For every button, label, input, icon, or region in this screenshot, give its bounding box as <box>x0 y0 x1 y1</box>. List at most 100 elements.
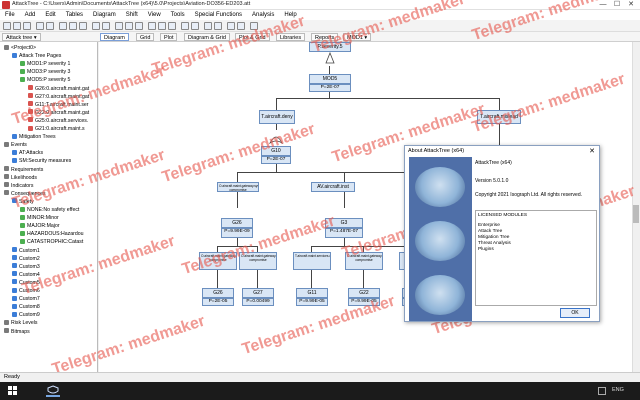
node-title[interactable]: G26 <box>221 218 253 228</box>
menu-file[interactable]: File <box>0 10 20 20</box>
node-description[interactable]: O.aircraft.maint.gateway.system compromi… <box>217 182 259 192</box>
leaf-description[interactable]: T.aircraft.maint.services.compromise <box>293 252 331 270</box>
leaf-title[interactable]: G27 <box>242 288 274 298</box>
tree-node[interactable]: MOD5:P severity 5 <box>20 76 70 84</box>
align-icon[interactable] <box>227 22 235 30</box>
node-title[interactable]: P.severity.5 <box>309 42 351 52</box>
tree-node[interactable]: Custom3 <box>12 263 40 271</box>
tree-node[interactable]: Risk Levels <box>4 319 38 327</box>
analyze-icon[interactable] <box>181 22 189 30</box>
ok-button[interactable]: OK <box>560 308 590 318</box>
tree-node[interactable]: Custom1 <box>12 247 40 255</box>
tree-node[interactable]: G27:0.aircraft.maint.gat <box>28 93 89 101</box>
leaf-description[interactable]: O.aircraft.maint.gateway.system compromi… <box>239 252 277 270</box>
leaf-description[interactable]: O.aircraft.maint.gateway.file compromise <box>345 252 383 270</box>
attacktree-taskbar-icon[interactable] <box>46 385 60 397</box>
language-indicator[interactable]: ENG <box>612 387 624 393</box>
tree-node[interactable]: Custom4 <box>12 271 40 279</box>
open-icon[interactable] <box>13 22 21 30</box>
find-icon[interactable] <box>204 22 212 30</box>
leaf-description[interactable]: O.aircraft.maint.gateway.system compromi… <box>199 252 237 270</box>
maximize-button[interactable]: ☐ <box>610 0 624 10</box>
tab-libraries[interactable]: Libraries <box>276 33 306 41</box>
tab-diagram[interactable]: Diagram <box>100 33 129 41</box>
menu-tools[interactable]: Tools <box>166 10 190 20</box>
leaf-title[interactable]: G11 <box>296 288 328 298</box>
node-title[interactable]: T.aircraft.deny <box>259 110 295 124</box>
tree-node[interactable]: Events <box>4 141 27 149</box>
dialog-close-button[interactable]: ✕ <box>589 147 595 155</box>
tab-grid[interactable]: Grid <box>136 33 155 41</box>
redo-icon[interactable] <box>102 22 110 30</box>
tab-plot[interactable]: Plot <box>160 33 178 41</box>
tree-node[interactable]: G25:0.aircraft.services. <box>28 117 88 125</box>
tree-node[interactable]: Requirements <box>4 166 43 174</box>
tree-node[interactable]: <Project0> <box>4 44 36 52</box>
tree-node[interactable]: G22:0.aircraft.maint.gat <box>28 109 89 117</box>
tree-node[interactable]: AT:Attacks <box>12 149 43 157</box>
tree-node[interactable]: Bitmaps <box>4 328 30 336</box>
print-icon[interactable] <box>36 22 44 30</box>
copy-icon[interactable] <box>69 22 77 30</box>
tree-node[interactable]: G26:0.aircraft.maint.gat <box>28 85 89 93</box>
tree-node[interactable]: MOD3:P severity 3 <box>20 68 70 76</box>
menu-help[interactable]: Help <box>279 10 301 20</box>
tree-node[interactable]: Likelihoods <box>4 174 37 182</box>
tree-node[interactable]: Custom6 <box>12 287 40 295</box>
help-icon[interactable] <box>250 22 258 30</box>
scrollbar-thumb[interactable] <box>633 205 639 223</box>
tree-node[interactable]: Consequences <box>4 190 46 198</box>
node-title[interactable]: MOD5 <box>309 74 351 84</box>
new-icon[interactable] <box>3 22 11 30</box>
tree-node[interactable]: HAZARDOUS:Hazardou <box>20 230 84 238</box>
menu-tables[interactable]: Tables <box>61 10 88 20</box>
node-title[interactable]: G3 <box>325 218 363 228</box>
tree-node[interactable]: G11:T.aircraft.maint.ser <box>28 101 89 109</box>
windows-start-icon[interactable] <box>8 386 18 396</box>
undo-icon[interactable] <box>92 22 100 30</box>
node-title[interactable]: AV.aircraft.inst <box>311 182 355 192</box>
paste-icon[interactable] <box>79 22 87 30</box>
tree-node[interactable]: Attack Tree Pages <box>12 52 61 60</box>
tree-node[interactable]: G21:0.aircraft.maint.s <box>28 125 85 133</box>
zoom-in-icon[interactable] <box>148 22 156 30</box>
add-transfer-icon[interactable] <box>135 22 143 30</box>
notification-icon[interactable] <box>598 387 606 395</box>
zoom-out-icon[interactable] <box>158 22 166 30</box>
print-preview-icon[interactable] <box>46 22 54 30</box>
tree-node[interactable]: NONE:No safety effect <box>20 206 79 214</box>
menu-edit[interactable]: Edit <box>40 10 60 20</box>
leaf-title[interactable]: G26 <box>202 288 234 298</box>
menu-diagram[interactable]: Diagram <box>88 10 121 20</box>
tab-diagram-grid[interactable]: Diagram & Grid <box>184 33 230 41</box>
tree-node[interactable]: CATASTROPHIC:Catast <box>20 238 83 246</box>
menu-add[interactable]: Add <box>20 10 41 20</box>
menu-shift[interactable]: Shift <box>121 10 143 20</box>
layout-icon[interactable] <box>237 22 245 30</box>
save-icon[interactable] <box>23 22 31 30</box>
report-icon[interactable] <box>191 22 199 30</box>
menu-special-functions[interactable]: Special Functions <box>190 10 247 20</box>
close-button[interactable]: ✕ <box>624 0 638 10</box>
tree-node[interactable]: SM:Security measures <box>12 157 71 165</box>
attack-tree-dropdown[interactable]: Attack tree ▾ <box>2 33 41 41</box>
tree-node[interactable]: Custom7 <box>12 295 40 303</box>
node-title[interactable]: T.aircraft.mislead <box>477 110 521 124</box>
add-gate-icon[interactable] <box>115 22 123 30</box>
tree-node[interactable]: MOD1:P severity 1 <box>20 60 70 68</box>
leaf-title[interactable]: G22 <box>348 288 380 298</box>
node-dropdown[interactable]: MOD1 ▾ <box>343 33 372 41</box>
tree-node[interactable]: Custom9 <box>12 311 40 319</box>
tree-node[interactable]: Custom5 <box>12 279 40 287</box>
add-event-icon[interactable] <box>125 22 133 30</box>
minimize-button[interactable]: — <box>596 0 610 10</box>
tree-node[interactable]: Mitigation Trees <box>12 133 56 141</box>
tree-node[interactable]: Custom2 <box>12 255 40 263</box>
tree-node[interactable]: Indicators <box>4 182 34 190</box>
menu-analysis[interactable]: Analysis <box>247 10 279 20</box>
tab-reports[interactable]: Reports <box>311 33 339 41</box>
node-title[interactable]: G10 <box>261 146 291 156</box>
properties-icon[interactable] <box>214 22 222 30</box>
tree-node[interactable]: Safety <box>12 198 34 206</box>
tree-node[interactable]: MINOR:Minor <box>20 214 59 222</box>
